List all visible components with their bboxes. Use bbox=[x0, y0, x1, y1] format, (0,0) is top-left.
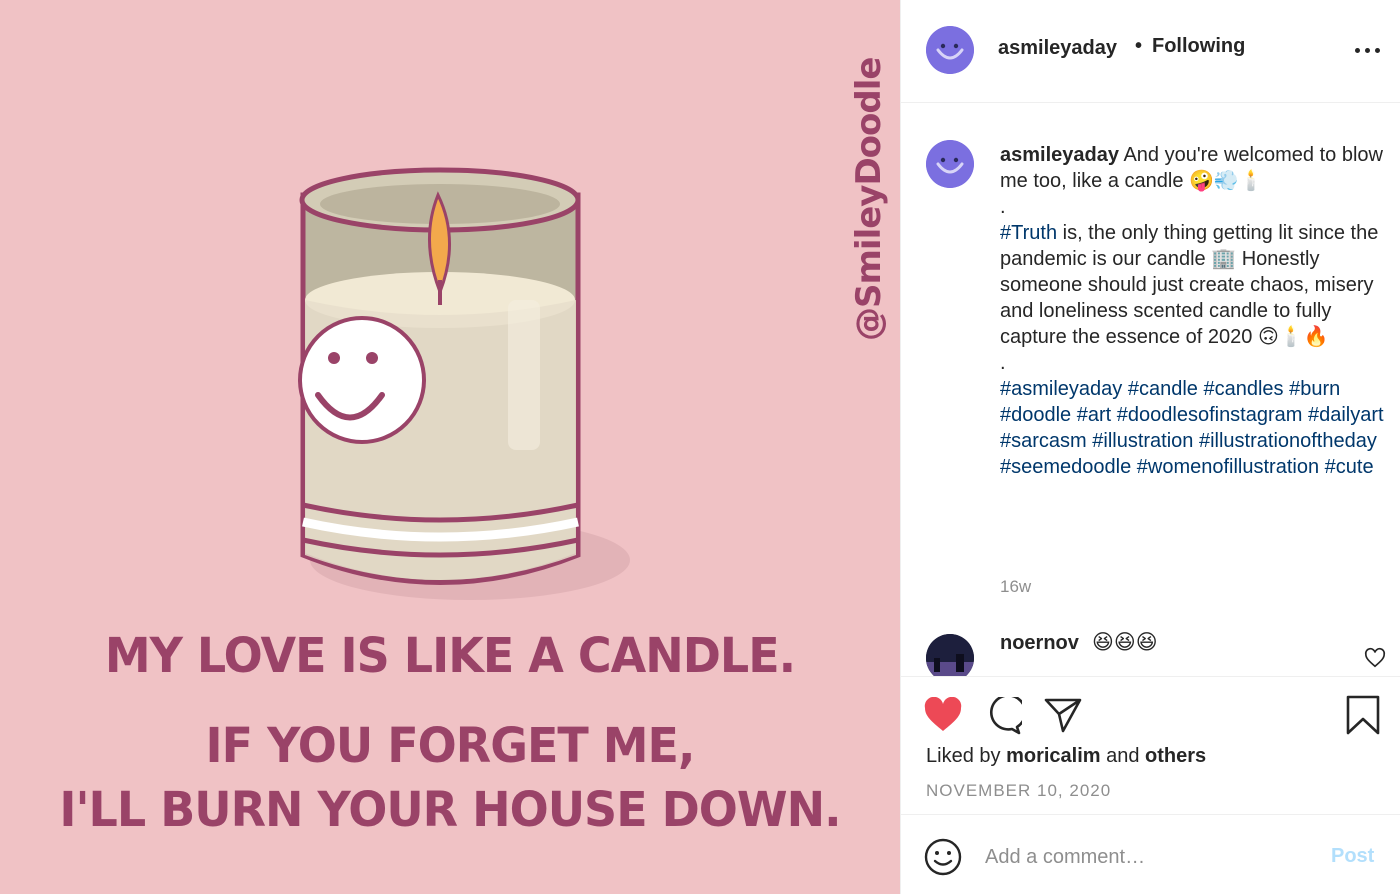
smiley-avatar-icon bbox=[926, 140, 974, 188]
following-button[interactable]: Following bbox=[1152, 35, 1245, 58]
more-horizontal-icon[interactable] bbox=[1353, 40, 1383, 60]
hashtag-link[interactable]: #Truth bbox=[1000, 222, 1057, 244]
post-image[interactable]: My love is like a candle. If you forget … bbox=[0, 0, 900, 894]
heart-outline-icon[interactable] bbox=[1364, 647, 1386, 669]
post-actions: Liked by moricalim and others NOVEMBER 1… bbox=[901, 676, 1400, 814]
emoji-icon[interactable] bbox=[923, 837, 963, 877]
comment-input[interactable] bbox=[985, 837, 1315, 877]
post-comment-button[interactable]: Post bbox=[1331, 845, 1374, 868]
comments-section[interactable]: asmileyaday And you're welcomed to blow … bbox=[901, 104, 1400, 676]
share-icon[interactable] bbox=[1044, 697, 1082, 733]
liked-by-summary: Liked by moricalim and others bbox=[926, 745, 1206, 768]
header-username[interactable]: asmileyaday bbox=[998, 37, 1117, 60]
liked-by-others-link[interactable]: others bbox=[1145, 745, 1206, 767]
smiley-avatar-icon bbox=[926, 26, 974, 74]
image-watermark: @SmileyDoodle bbox=[838, 57, 898, 382]
comment-text: 😆😆😆 bbox=[1092, 631, 1158, 654]
heart-filled-icon[interactable] bbox=[923, 697, 963, 733]
avatar[interactable] bbox=[926, 634, 974, 676]
post-details-panel: asmileyaday • Following asmileyaday And … bbox=[900, 0, 1400, 894]
post-date[interactable]: NOVEMBER 10, 2020 bbox=[926, 781, 1111, 801]
caption-separator: . bbox=[1000, 196, 1006, 218]
header-separator: • bbox=[1135, 35, 1143, 57]
post-caption: asmileyaday And you're welcomed to blow … bbox=[1000, 142, 1390, 480]
image-text-line-1: My love is like a candle. bbox=[104, 626, 796, 684]
comment-composer: Post bbox=[901, 814, 1400, 894]
post-header: asmileyaday • Following bbox=[901, 0, 1400, 103]
caption-line-2: is, the only thing getting lit since the… bbox=[1000, 222, 1379, 348]
liked-by-prefix: Liked by bbox=[926, 745, 1001, 767]
image-text-line-3: I'll burn your house down. bbox=[59, 780, 841, 838]
comment-icon[interactable] bbox=[984, 697, 1022, 735]
hashtag-list[interactable]: #asmileyaday #candle #candles #burn #doo… bbox=[1000, 378, 1384, 478]
image-text-line-2: If you forget me, bbox=[205, 716, 696, 774]
liked-by-user-link[interactable]: moricalim bbox=[1006, 745, 1100, 767]
avatar[interactable] bbox=[926, 26, 974, 74]
watermark-text: @SmileyDoodle bbox=[849, 57, 889, 341]
liked-by-and: and bbox=[1106, 745, 1140, 767]
caption-timestamp[interactable]: 16w bbox=[1000, 577, 1031, 597]
avatar[interactable] bbox=[926, 140, 974, 188]
night-sky-avatar-icon bbox=[926, 634, 974, 676]
caption-separator: . bbox=[1000, 352, 1006, 374]
comment-username[interactable]: noernov bbox=[1000, 632, 1079, 655]
caption-username[interactable]: asmileyaday bbox=[1000, 144, 1119, 166]
bookmark-icon[interactable] bbox=[1344, 695, 1382, 735]
